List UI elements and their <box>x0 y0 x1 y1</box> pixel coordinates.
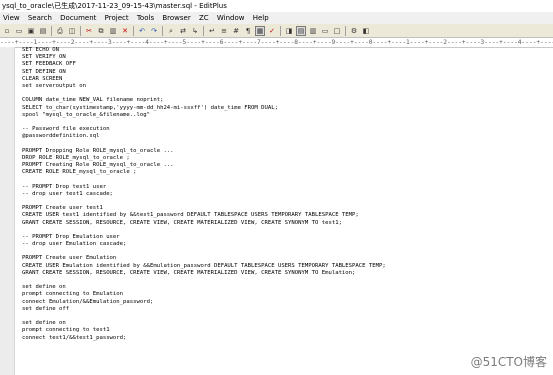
code-line: prompt connecting to test1 <box>22 327 110 334</box>
cliptext-icon[interactable]: ▥ <box>308 26 318 36</box>
code-line: SET VERIFY ON <box>22 54 66 61</box>
code-line: set define on <box>22 284 66 291</box>
code-editor[interactable]: SET ECHO ON SET VERIFY ON SET FEEDBACK OFF… <box>22 47 551 375</box>
line-number-icon[interactable]: # <box>231 26 241 36</box>
code-line: CREATE USER test1 identified by &&test1_… <box>22 212 359 219</box>
browser-preview-icon[interactable]: ◨ <box>284 26 294 36</box>
code-line: SET ECHO ON <box>22 47 60 53</box>
delete-icon[interactable]: ✕ <box>120 26 130 36</box>
menu-project[interactable]: Project <box>102 12 132 24</box>
code-line: PROMPT Creating Role ROLE_mysql_to_oracl… <box>22 162 174 168</box>
toolbar-separator <box>280 25 281 36</box>
menu-bar: View Search Document Project Tools Brows… <box>0 12 553 24</box>
code-line: set define off <box>22 305 70 312</box>
code-line: -- PROMPT Drop test1 user <box>22 183 107 190</box>
code-line: PROMPT Create user Emulation <box>22 255 117 262</box>
toolbar-separator <box>203 25 204 36</box>
menu-window[interactable]: Window <box>214 12 248 24</box>
code-line: connect Emulation/&&Emulation_password; <box>22 298 154 305</box>
code-line: -- PROMPT Drop Emulation user <box>22 233 120 240</box>
print-preview-icon[interactable]: ◫ <box>67 26 77 36</box>
toolbar-separator <box>51 25 52 36</box>
spell-check-icon[interactable]: ✓ <box>267 26 277 36</box>
code-line: GRANT CREATE SESSION, RESOURCE, CREATE V… <box>22 219 342 226</box>
code-line: -- drop user test1 cascade; <box>22 190 113 197</box>
code-line: @passworddefinition.sql <box>22 133 100 140</box>
undo-icon[interactable]: ↶ <box>137 26 147 36</box>
code-line: CREATE USER Emulation identified by &&Em… <box>22 262 386 269</box>
menu-document[interactable]: Document <box>57 12 99 24</box>
code-line: SET DEFINE ON <box>22 68 66 75</box>
menu-search[interactable]: Search <box>25 12 55 24</box>
toolbar-separator <box>80 25 81 36</box>
code-line: COLUMN date_time NEW_VAL filename noprin… <box>22 97 164 104</box>
full-screen-icon[interactable]: □ <box>332 26 342 36</box>
save-icon[interactable]: ▣ <box>26 26 36 36</box>
menu-browser[interactable]: Browser <box>159 12 193 24</box>
word-wrap-icon[interactable]: ↵ <box>207 26 217 36</box>
toolbar-separator <box>162 25 163 36</box>
code-line: set serveroutput on <box>22 82 86 89</box>
code-line: SET FEEDBACK OFF <box>22 61 76 68</box>
directory-window-icon[interactable]: ▤ <box>296 25 306 36</box>
output-window-icon[interactable]: ▭ <box>320 26 330 36</box>
open-file-icon[interactable]: ▭ <box>14 26 24 36</box>
code-line: PROMPT Create user test1 <box>22 205 103 212</box>
code-line: set define on <box>22 320 66 327</box>
menu-help[interactable]: Help <box>250 12 272 24</box>
toolbar: ▫ ▭ ▣ ▤ ⎙ ◫ ✂ ⧉ ▥ ✕ ↶ ↷ ⌕ ⇄ ↳ ↵ ≡ # ¶ ▦ … <box>0 24 553 38</box>
cut-icon[interactable]: ✂ <box>84 26 94 36</box>
line-gutter <box>0 47 15 375</box>
new-file-icon[interactable]: ▫ <box>2 26 12 36</box>
toolbar-separator <box>133 25 134 36</box>
print-icon[interactable]: ⎙ <box>55 26 65 36</box>
tools-icon[interactable]: ◧ <box>361 26 371 36</box>
title-bar: ysql_to_oracle\已生成\2017-11-23_09-15-43\m… <box>0 0 553 12</box>
code-line: prompt connecting to Emulation <box>22 291 124 298</box>
code-line: connect test1/&&test1_password; <box>22 334 127 341</box>
ruler-icon[interactable]: ≡ <box>219 26 229 36</box>
redo-icon[interactable]: ↷ <box>149 26 159 36</box>
toolbar-separator <box>345 25 346 36</box>
replace-icon[interactable]: ⇄ <box>178 26 188 36</box>
code-line: GRANT CREATE SESSION, RESOURCE, CREATE V… <box>22 269 356 276</box>
menu-view[interactable]: View <box>0 12 23 24</box>
copy-icon[interactable]: ⧉ <box>96 26 106 36</box>
find-icon[interactable]: ⌕ <box>166 26 176 36</box>
code-line: -- Password file execution <box>22 126 110 133</box>
code-line: PROMPT Dropping Role ROLE_mysql_to_oracl… <box>22 147 174 154</box>
code-line: CREATE ROLE ROLE_mysql_to_oracle ; <box>22 169 137 176</box>
code-line: SELECT to_char(systimestamp,'yyyy-mm-dd_… <box>22 104 278 111</box>
whitespace-icon[interactable]: ¶ <box>243 26 253 36</box>
menu-zc[interactable]: ZC <box>196 12 212 24</box>
window-title: ysql_to_oracle\已生成\2017-11-23_09-15-43\m… <box>2 2 227 10</box>
code-line: spool "mysql_to_oracle_&filename..log" <box>22 111 150 118</box>
settings-icon[interactable]: ⚙ <box>349 26 359 36</box>
watermark: @51CTO博客 <box>470 355 547 369</box>
code-line: DROP ROLE ROLE_mysql_to_oracle ; <box>22 154 130 161</box>
save-all-icon[interactable]: ▤ <box>38 26 48 36</box>
code-line: -- drop user Emulation cascade; <box>22 241 127 248</box>
column-select-icon[interactable]: ▦ <box>255 25 265 36</box>
goto-icon[interactable]: ↳ <box>190 26 200 36</box>
paste-icon[interactable]: ▥ <box>108 26 118 36</box>
code-line: CLEAR SCREEN <box>22 75 63 82</box>
menu-tools[interactable]: Tools <box>134 12 157 24</box>
